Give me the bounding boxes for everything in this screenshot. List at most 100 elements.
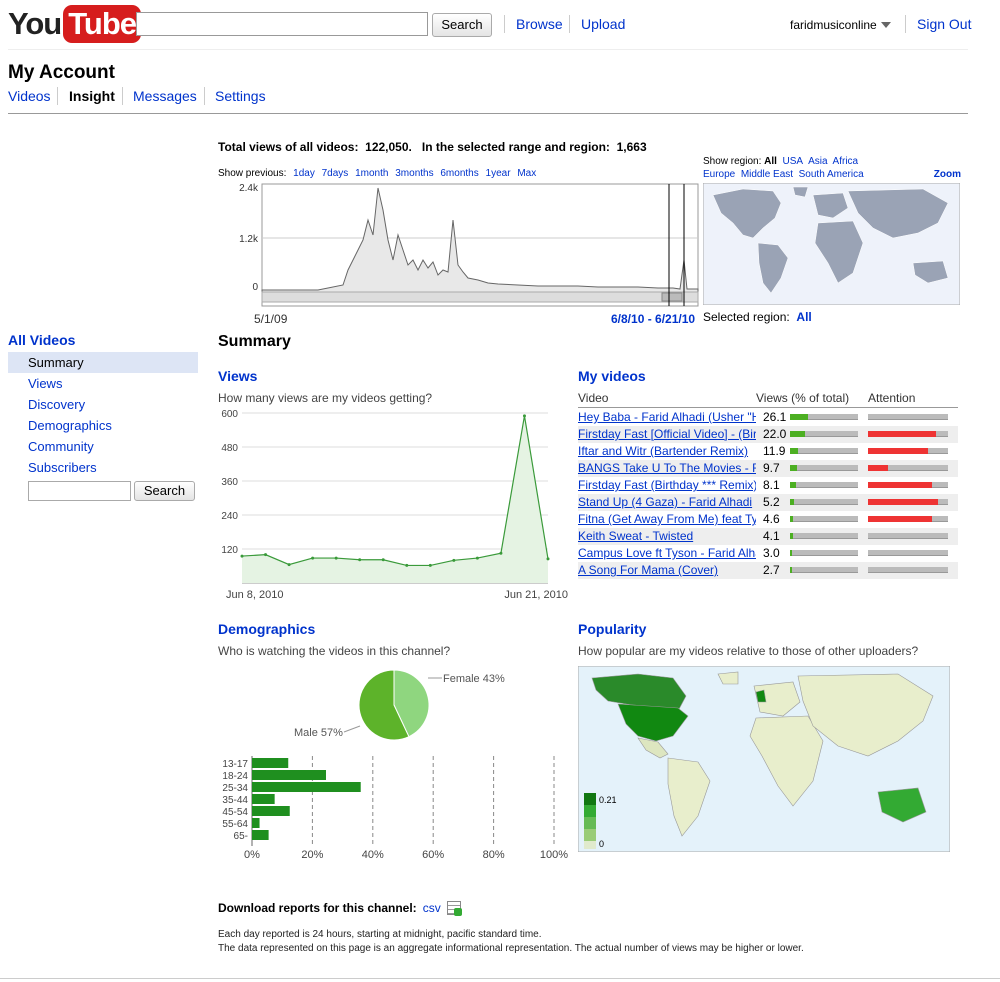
region-usa[interactable]: USA: [783, 156, 804, 167]
timeline-start-label: 5/1/09: [254, 312, 288, 326]
selected-region-label: Selected region:: [703, 310, 790, 324]
timeline-tick-2.4k: 2.4k: [239, 183, 259, 194]
divider: [122, 87, 123, 105]
video-title-link[interactable]: Campus Love ft Tyson - Farid Alhadi: [578, 546, 756, 560]
region-all[interactable]: All: [764, 156, 777, 167]
youtube-logo[interactable]: You Tube: [8, 4, 141, 44]
age-label: 25-34: [222, 783, 248, 794]
region-middle-east[interactable]: Middle East: [741, 169, 793, 180]
views-bar: [790, 414, 858, 420]
timeline-scroll-handle[interactable]: [661, 292, 683, 302]
search-input[interactable]: [136, 12, 428, 36]
popularity-map[interactable]: 0.21 0: [578, 666, 950, 852]
search-button[interactable]: Search: [432, 13, 492, 37]
views-bar: [790, 448, 858, 454]
table-row: Iftar and Witr (Bartender Remix) 11.9: [578, 443, 958, 460]
views-point: [452, 558, 456, 562]
col-attention: Attention: [868, 391, 916, 405]
views-bar: [790, 482, 858, 488]
upload-link[interactable]: Upload: [581, 16, 625, 32]
spreadsheet-icon[interactable]: [446, 901, 462, 916]
timeline-range-label[interactable]: 6/8/10 - 6/21/10: [611, 312, 695, 326]
views-point: [499, 551, 503, 555]
table-row: Fitna (Get Away From Me) feat Tyson 4.6: [578, 511, 958, 528]
region-map[interactable]: [703, 183, 960, 305]
views-x-tick: Jun 8, 2010: [226, 589, 284, 601]
tab-settings[interactable]: Settings: [215, 88, 266, 104]
zoom-link[interactable]: Zoom: [934, 168, 961, 181]
video-title-link[interactable]: A Song For Mama (Cover): [578, 563, 756, 577]
attention-bar-fill: [868, 499, 939, 505]
region-europe[interactable]: Europe: [703, 169, 735, 180]
video-title-link[interactable]: Iftar and Witr (Bartender Remix): [578, 444, 756, 458]
views-percent: 8.1: [763, 478, 780, 492]
age-bar-18-24: [252, 770, 326, 780]
table-row: Stand Up (4 Gaza) - Farid Alhadi 5.2: [578, 494, 958, 511]
my-videos-title[interactable]: My videos: [578, 368, 646, 384]
views-point: [381, 558, 385, 562]
table-row: Campus Love ft Tyson - Farid Alhadi 3.0: [578, 545, 958, 562]
sidebar-search-input[interactable]: [28, 481, 131, 501]
sidebar-item-community[interactable]: Community: [8, 436, 198, 457]
selected-region-value[interactable]: All: [796, 310, 811, 324]
user-menu[interactable]: faridmusiconline: [790, 18, 891, 32]
browse-link[interactable]: Browse: [516, 16, 563, 32]
region-africa[interactable]: Africa: [833, 156, 859, 167]
female-label: Female 43%: [443, 673, 505, 685]
range-1day[interactable]: 1day: [293, 168, 315, 179]
demographics-title[interactable]: Demographics: [218, 621, 315, 637]
views-bar-fill: [790, 465, 797, 471]
age-x-tick: 60%: [422, 849, 444, 860]
sidebar-item-views[interactable]: Views: [8, 373, 198, 394]
range-1year[interactable]: 1year: [486, 168, 511, 179]
sign-out-link[interactable]: Sign Out: [917, 16, 971, 32]
attention-bar: [868, 499, 948, 505]
views-bar-fill: [790, 414, 808, 420]
sidebar-item-discovery[interactable]: Discovery: [8, 394, 198, 415]
video-title-link[interactable]: Keith Sweat - Twisted: [578, 529, 756, 543]
male-leader-line: [343, 725, 361, 733]
views-point: [264, 553, 268, 557]
csv-link[interactable]: csv: [423, 901, 441, 915]
tab-insight[interactable]: Insight: [69, 88, 115, 104]
range-max[interactable]: Max: [517, 168, 536, 179]
age-label: 65-: [234, 831, 248, 842]
video-title-link[interactable]: Fitna (Get Away From Me) feat Tyson: [578, 512, 756, 526]
views-bar: [790, 550, 858, 556]
table-row: BANGS Take U To The Movies - Farid Alhad…: [578, 460, 958, 477]
views-section-title[interactable]: Views: [218, 368, 257, 384]
video-title-link[interactable]: BANGS Take U To The Movies - Farid Alhad…: [578, 461, 756, 475]
range-7days[interactable]: 7days: [322, 168, 349, 179]
views-bar-fill: [790, 448, 799, 454]
sidebar-item-subscribers[interactable]: Subscribers: [8, 457, 198, 478]
timeline-chart[interactable]: 2.4k 1.2k 0: [218, 180, 700, 310]
sidebar-item-demographics[interactable]: Demographics: [8, 415, 198, 436]
views-bar-fill: [790, 550, 793, 556]
tab-messages[interactable]: Messages: [133, 88, 197, 104]
range-3months[interactable]: 3months: [395, 168, 433, 179]
video-title-link[interactable]: Firstday Fast (Birthday *** Remix): [578, 478, 756, 492]
video-title-link[interactable]: Hey Baba - Farid Alhadi (Usher "Hey Dadd…: [578, 410, 756, 424]
region-south-america[interactable]: South America: [799, 169, 864, 180]
attention-bar-fill: [868, 516, 932, 522]
timeline-tick-0: 0: [252, 282, 258, 293]
legend-max: 0.21: [599, 795, 617, 805]
views-bar-fill: [790, 499, 794, 505]
popularity-title[interactable]: Popularity: [578, 621, 646, 637]
divider: [204, 87, 205, 105]
region-asia[interactable]: Asia: [808, 156, 827, 167]
sidebar-title[interactable]: All Videos: [8, 332, 75, 348]
sidebar-search-button[interactable]: Search: [134, 481, 195, 501]
sidebar-item-summary[interactable]: Summary: [8, 352, 198, 373]
col-views: Views (% of total): [756, 391, 850, 405]
views-point: [428, 563, 432, 567]
views-percent: 9.7: [763, 461, 780, 475]
range-1month[interactable]: 1month: [355, 168, 388, 179]
age-x-tick: 40%: [362, 849, 384, 860]
video-title-link[interactable]: Stand Up (4 Gaza) - Farid Alhadi: [578, 495, 756, 509]
range-6months[interactable]: 6months: [440, 168, 478, 179]
tab-videos[interactable]: Videos: [8, 88, 51, 104]
timeline-scrollbar[interactable]: [261, 291, 699, 303]
divider: [569, 15, 570, 33]
video-title-link[interactable]: Firstday Fast [Official Video] - (Birthd…: [578, 427, 756, 441]
